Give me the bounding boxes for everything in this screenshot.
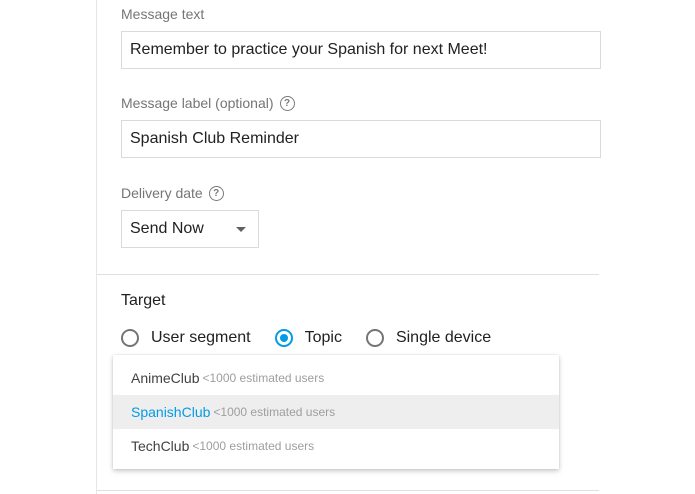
- help-circle-icon[interactable]: ?: [279, 95, 295, 111]
- target-section-title: Target: [121, 292, 166, 309]
- arrow-drop-down-icon: [236, 226, 246, 232]
- message-text-label: Message text: [121, 6, 205, 22]
- topic-option-techclub[interactable]: TechClub <1000 estimated users: [113, 429, 559, 463]
- radio-unchecked-icon: [365, 329, 384, 347]
- radio-topic[interactable]: Topic: [274, 329, 342, 347]
- section-divider: [97, 274, 599, 275]
- delivery-date-select[interactable]: Send Now: [121, 210, 259, 248]
- radio-checked-icon: [274, 329, 293, 347]
- radio-single-device[interactable]: Single device: [365, 329, 491, 347]
- section-divider-bottom: [97, 490, 599, 491]
- message-label-input[interactable]: Spanish Club Reminder: [121, 120, 601, 158]
- message-label-label: Message label (optional) ?: [121, 95, 295, 111]
- radio-unchecked-icon: [121, 329, 139, 347]
- target-radio-group: User segment Topic Single device: [121, 329, 515, 347]
- message-text-input[interactable]: Remember to practice your Spanish for ne…: [121, 31, 601, 69]
- topic-option-animeclub[interactable]: AnimeClub <1000 estimated users: [113, 361, 559, 395]
- delivery-date-label: Delivery date ?: [121, 185, 224, 201]
- topic-option-spanishclub[interactable]: SpanishClub <1000 estimated users: [113, 395, 559, 429]
- radio-user-segment[interactable]: User segment: [121, 329, 251, 347]
- notification-compose-panel: Message text Remember to practice your S…: [96, 0, 601, 494]
- topic-dropdown-menu: AnimeClub <1000 estimated users SpanishC…: [113, 355, 559, 469]
- help-circle-icon[interactable]: ?: [208, 185, 224, 201]
